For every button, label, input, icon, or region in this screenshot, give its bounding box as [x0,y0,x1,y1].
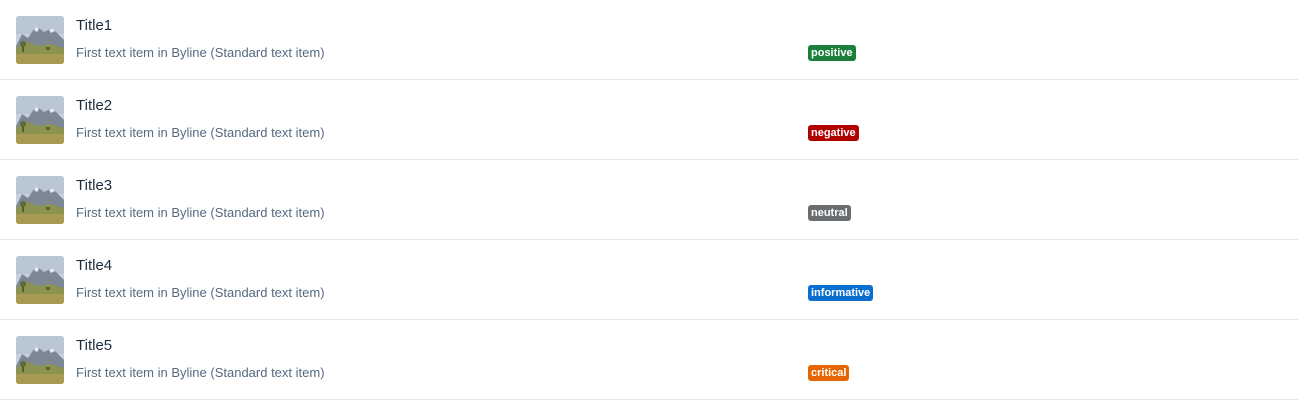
landscape-image-icon [16,96,64,144]
list-item[interactable]: Title1 First text item in Byline (Standa… [0,0,1298,80]
list-item[interactable]: Title5 First text item in Byline (Standa… [0,320,1298,400]
landscape-image-icon [16,336,64,384]
status-badge: neutral [808,205,851,221]
item-byline: First text item in Byline (Standard text… [76,205,325,220]
landscape-image-icon [16,176,64,224]
standard-list: Title1 First text item in Byline (Standa… [0,0,1298,400]
item-byline: First text item in Byline (Standard text… [76,365,325,380]
status-badge: informative [808,285,874,301]
landscape-image-icon [16,256,64,304]
list-item[interactable]: Title3 First text item in Byline (Standa… [0,160,1298,240]
item-title: Title2 [76,97,113,114]
item-title: Title3 [76,177,113,194]
landscape-image-icon [16,16,64,64]
item-byline: First text item in Byline (Standard text… [76,285,325,300]
list-item[interactable]: Title4 First text item in Byline (Standa… [0,240,1298,320]
item-title: Title1 [76,17,113,34]
item-title: Title5 [76,337,113,354]
item-title: Title4 [76,257,113,274]
status-badge: negative [808,125,859,141]
list-item[interactable]: Title2 First text item in Byline (Standa… [0,80,1298,160]
status-badge: positive [808,45,856,61]
status-badge: critical [808,365,850,381]
item-byline: First text item in Byline (Standard text… [76,125,325,140]
item-byline: First text item in Byline (Standard text… [76,45,325,60]
